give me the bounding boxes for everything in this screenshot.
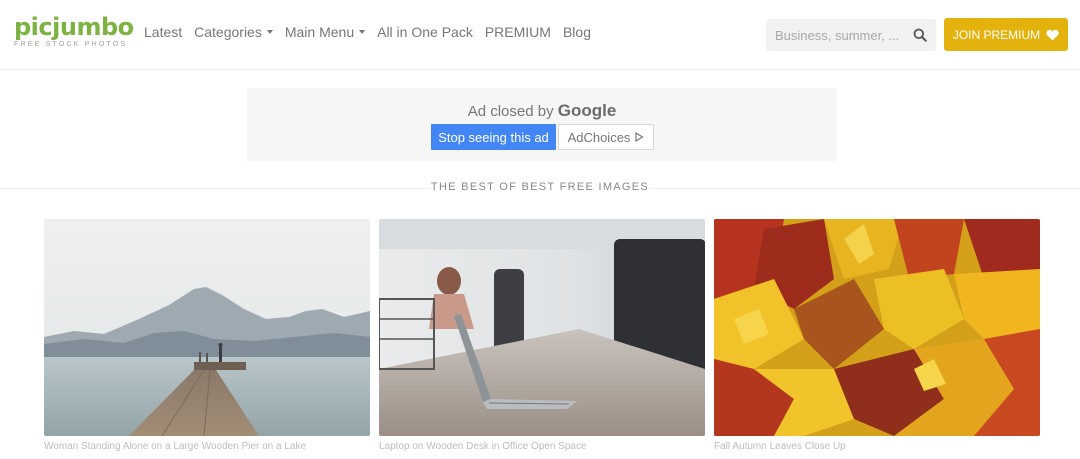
site-header: picjumbo FREE STOCK PHOTOS Latest Catego…: [0, 0, 1080, 70]
image-laptop-desk[interactable]: [379, 219, 705, 436]
search-input[interactable]: [766, 19, 906, 51]
search-icon[interactable]: [913, 28, 927, 42]
nav-latest[interactable]: Latest: [144, 24, 182, 40]
ad-closed-text: Ad closed by: [467, 103, 554, 120]
logo-tagline: FREE STOCK PHOTOS: [14, 41, 128, 48]
nav-blog[interactable]: Blog: [563, 24, 591, 40]
ad-provider: Google: [557, 101, 617, 120]
image-caption: Laptop on Wooden Desk in Office Open Spa…: [379, 441, 587, 452]
nav-premium-label: PREMIUM: [484, 24, 551, 40]
image-card: Woman Standing Alone on a Large Wooden P…: [44, 219, 370, 452]
stop-seeing-ad-button[interactable]: Stop seeing this ad: [431, 124, 556, 150]
nav-premium[interactable]: PREMIUM: [485, 24, 551, 40]
ad-closed-message: Ad closed by Google: [247, 101, 837, 121]
image-pier-lake[interactable]: [44, 219, 370, 436]
caret-down-icon: [266, 30, 273, 34]
ad-panel: Ad closed by Google Stop seeing this ad …: [247, 88, 837, 161]
logo[interactable]: picjumbo FREE STOCK PHOTOS: [14, 13, 134, 48]
nav-categories-label: Categories: [194, 24, 262, 40]
image-autumn-leaves[interactable]: [714, 219, 1040, 436]
caret-down-icon: [359, 30, 366, 34]
nav-categories[interactable]: Categories: [194, 24, 273, 40]
nav-main-menu[interactable]: Main Menu: [284, 24, 366, 40]
image-card: Fall Autumn Leaves Close Up: [714, 219, 1040, 452]
nav-all-in-one-pack[interactable]: All in One Pack: [377, 24, 473, 40]
stop-seeing-ad-label: Stop seeing this ad: [438, 129, 549, 145]
nav-main-menu-label: Main Menu: [284, 24, 355, 40]
join-premium-button[interactable]: JOIN PREMIUM: [944, 18, 1068, 51]
nav-all-in-one-pack-label: All in One Pack: [377, 24, 473, 40]
adchoices-label: AdChoices: [567, 129, 631, 145]
heart-icon: [1046, 29, 1059, 40]
play-triangle-icon: [635, 132, 645, 142]
image-caption: Fall Autumn Leaves Close Up: [714, 441, 846, 452]
nav-blog-label: Blog: [562, 24, 591, 40]
join-premium-label: JOIN PREMIUM: [952, 27, 1041, 42]
logo-text: picjumbo: [14, 13, 134, 41]
search-box: [766, 19, 936, 51]
section-title: THE BEST OF BEST FREE IMAGES: [430, 181, 650, 193]
image-card: Laptop on Wooden Desk in Office Open Spa…: [379, 219, 705, 452]
adchoices-button[interactable]: AdChoices: [558, 124, 654, 150]
image-caption: Woman Standing Alone on a Large Wooden P…: [44, 441, 307, 452]
main-nav: Latest Categories Main Menu All in One P…: [144, 24, 591, 40]
nav-latest-label: Latest: [144, 24, 183, 40]
